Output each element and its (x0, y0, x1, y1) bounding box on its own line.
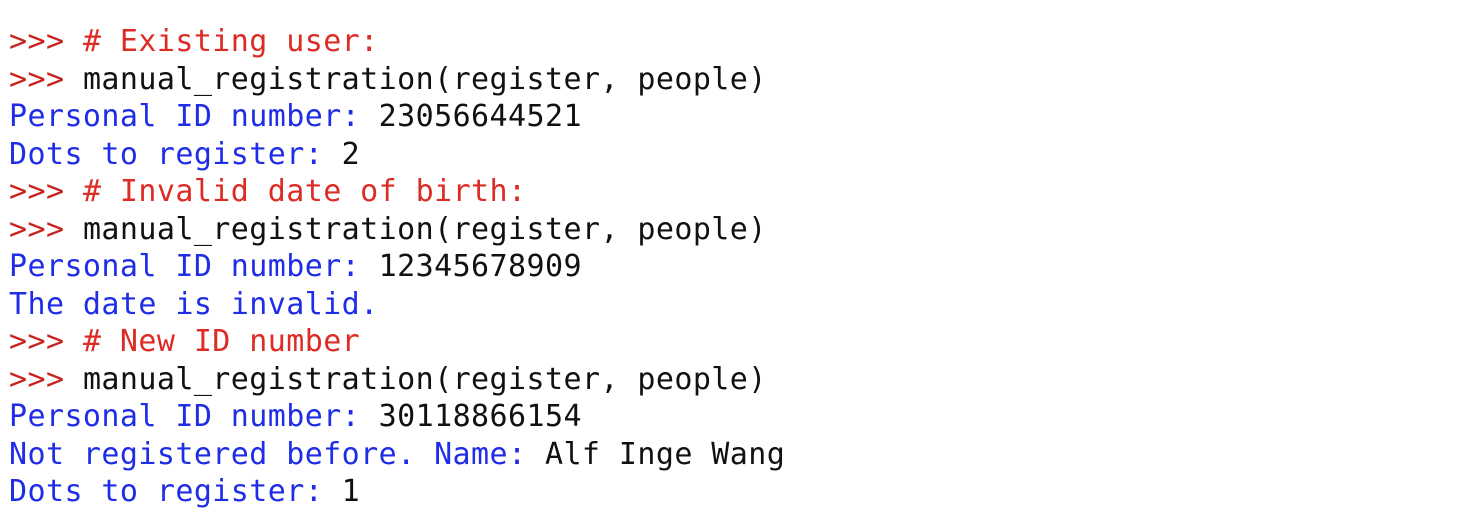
user-input-text: 23056644521 (378, 99, 582, 134)
shell-prompt: >>> (9, 174, 83, 209)
comment-text: # New ID number (82, 324, 361, 359)
console-line-output: Dots to register: 2 (9, 136, 785, 174)
command-text: manual_registration(register, people) (82, 361, 767, 397)
console-line-command: >>> manual_registration(register, people… (9, 361, 785, 399)
console-line-command: >>> manual_registration(register, people… (9, 61, 785, 99)
console-line-output: The date is invalid. (9, 286, 785, 324)
shell-prompt: >>> (9, 361, 83, 397)
user-input-text: 30118866154 (378, 399, 582, 434)
console-line-output: Dots to register: 1 (9, 473, 785, 511)
output-text: Dots to register: (9, 474, 342, 509)
console-line-output: Not registered before. Name: Alf Inge Wa… (9, 436, 785, 474)
python-shell[interactable]: >>> # Existing user: >>> manual_registra… (0, 0, 1466, 522)
command-text: manual_registration(register, people) (82, 211, 767, 247)
shell-prompt: >>> (9, 24, 83, 59)
shell-prompt: >>> (9, 61, 83, 97)
console-line-output: Personal ID number: 23056644521 (9, 98, 785, 136)
comment-text: # Invalid date of birth: (82, 174, 527, 209)
console-line-command: >>> manual_registration(register, people… (9, 211, 785, 249)
comment-text: # Existing user: (82, 24, 379, 59)
console-line-output: Personal ID number: 30118866154 (9, 398, 785, 436)
output-text: Personal ID number: (9, 99, 379, 134)
command-text: manual_registration(register, people) (82, 61, 767, 97)
user-input-text: Alf Inge Wang (544, 436, 786, 472)
shell-prompt: >>> (9, 211, 83, 247)
console-line-comment: >>> # Invalid date of birth: (9, 173, 785, 211)
output-text: Dots to register: (9, 136, 342, 172)
user-input-text: 12345678909 (378, 249, 582, 284)
output-text: Personal ID number: (9, 249, 379, 284)
output-text: The date is invalid. (9, 286, 379, 322)
user-input-text: 1 (341, 474, 361, 509)
console-line-output: Personal ID number: 12345678909 (9, 248, 785, 286)
shell-prompt: >>> (9, 324, 83, 359)
output-text: Personal ID number: (9, 399, 379, 434)
output-text: Not registered before. Name: (9, 436, 545, 472)
user-input-text: 2 (341, 136, 361, 172)
console-output: >>> # Existing user: >>> manual_registra… (9, 23, 785, 511)
console-line-comment: >>> # New ID number (9, 323, 785, 361)
console-line-comment: >>> # Existing user: (9, 23, 785, 61)
